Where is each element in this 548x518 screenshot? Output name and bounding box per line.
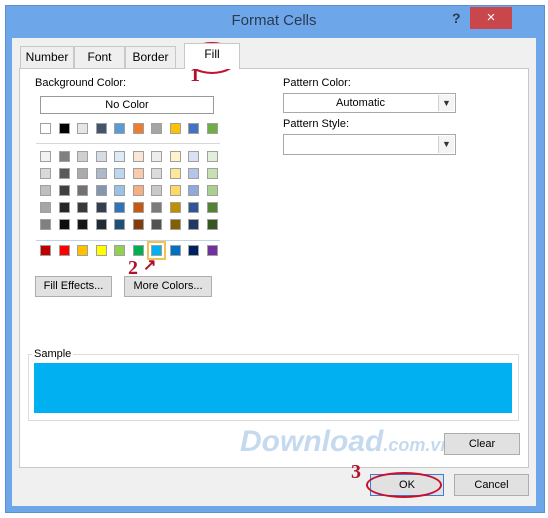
clear-button[interactable]: Clear (444, 433, 520, 455)
divider (36, 240, 220, 241)
pattern-style-label: Pattern Style: (283, 118, 350, 130)
color-swatch[interactable] (169, 185, 181, 196)
color-swatch[interactable] (169, 123, 181, 134)
color-swatch[interactable] (40, 123, 51, 134)
color-swatch[interactable] (58, 185, 70, 196)
color-swatch[interactable] (95, 151, 107, 162)
color-swatch[interactable] (151, 151, 162, 162)
color-swatch[interactable] (151, 202, 162, 213)
color-swatch[interactable] (206, 202, 218, 213)
color-swatch[interactable] (169, 219, 181, 230)
color-swatch[interactable] (114, 185, 125, 196)
color-swatch[interactable] (40, 168, 51, 179)
color-swatch[interactable] (188, 219, 199, 230)
color-swatch[interactable] (40, 151, 51, 162)
dialog-title: Format Cells (231, 12, 317, 29)
sample-label: Sample (32, 348, 74, 360)
color-swatch[interactable] (206, 219, 218, 230)
color-swatch[interactable] (58, 168, 70, 179)
close-button[interactable]: × (470, 7, 512, 29)
color-swatch[interactable] (151, 123, 162, 134)
color-swatch[interactable] (95, 202, 107, 213)
color-swatch[interactable] (151, 219, 162, 230)
color-swatch[interactable] (188, 123, 199, 134)
color-swatch[interactable] (95, 219, 107, 230)
fill-effects-button[interactable]: Fill Effects... (35, 276, 112, 297)
color-swatch[interactable] (58, 245, 70, 256)
color-swatch[interactable] (114, 151, 125, 162)
color-swatch[interactable] (188, 245, 199, 256)
color-swatch[interactable] (40, 245, 51, 256)
color-swatch[interactable] (188, 151, 199, 162)
color-swatch[interactable] (58, 123, 70, 134)
color-swatch[interactable] (151, 185, 162, 196)
color-swatch[interactable] (114, 168, 125, 179)
color-swatch[interactable] (77, 185, 88, 196)
color-swatch[interactable] (58, 151, 70, 162)
color-swatch[interactable] (77, 168, 88, 179)
color-swatch[interactable] (77, 151, 88, 162)
color-swatch[interactable] (206, 245, 218, 256)
color-swatch[interactable] (114, 202, 125, 213)
color-swatch[interactable] (206, 123, 218, 134)
tab-border[interactable]: Border (125, 46, 176, 68)
color-swatch[interactable] (132, 219, 144, 230)
color-swatch[interactable] (77, 219, 88, 230)
color-swatch[interactable] (77, 202, 88, 213)
color-swatch[interactable] (169, 202, 181, 213)
color-swatch[interactable] (132, 185, 144, 196)
annotation-step-3: 3 (351, 461, 361, 483)
color-swatch[interactable] (132, 151, 144, 162)
pattern-color-value: Automatic (336, 97, 385, 109)
sample-preview (34, 363, 512, 413)
help-button[interactable]: ? (452, 10, 461, 26)
color-swatch[interactable] (77, 123, 88, 134)
color-swatch[interactable] (95, 185, 107, 196)
color-swatch[interactable] (188, 202, 199, 213)
color-swatch[interactable] (169, 168, 181, 179)
color-swatch[interactable] (95, 123, 107, 134)
color-swatch[interactable] (169, 245, 181, 256)
annotation-step-2: 2 (128, 257, 138, 279)
background-color-label: Background Color: (35, 77, 127, 89)
annotation-circle-ok (366, 472, 442, 498)
no-color-button[interactable]: No Color (40, 96, 214, 114)
pattern-style-select[interactable]: ▼ (283, 134, 456, 155)
tab-font[interactable]: Font (74, 46, 125, 68)
color-swatch[interactable] (40, 219, 51, 230)
color-swatch[interactable] (132, 202, 144, 213)
color-swatch[interactable] (40, 185, 51, 196)
color-swatch[interactable] (114, 245, 125, 256)
color-swatch[interactable] (58, 202, 70, 213)
color-swatch[interactable] (132, 168, 144, 179)
cancel-button[interactable]: Cancel (454, 474, 529, 496)
annotation-arrow-icon: ↗ (143, 257, 157, 274)
color-swatch[interactable] (151, 168, 162, 179)
color-swatch[interactable] (169, 151, 181, 162)
color-swatch[interactable] (114, 123, 125, 134)
color-swatch[interactable] (58, 219, 70, 230)
color-swatch[interactable] (206, 185, 218, 196)
color-swatch[interactable] (188, 185, 199, 196)
color-swatch[interactable] (206, 168, 218, 179)
color-swatch[interactable] (95, 245, 107, 256)
color-swatch[interactable] (95, 168, 107, 179)
chevron-down-icon: ▼ (438, 95, 454, 111)
tab-fill[interactable]: Fill (184, 43, 240, 69)
color-swatch[interactable] (132, 245, 144, 256)
color-swatch[interactable] (206, 151, 218, 162)
pattern-color-label: Pattern Color: (283, 77, 351, 89)
pattern-color-select[interactable]: Automatic ▼ (283, 93, 456, 113)
color-swatch[interactable] (114, 219, 125, 230)
chevron-down-icon: ▼ (438, 136, 454, 153)
color-swatch[interactable] (40, 202, 51, 213)
divider (36, 143, 220, 144)
color-swatch[interactable] (77, 245, 88, 256)
tab-number[interactable]: Number (20, 46, 74, 68)
color-swatch[interactable] (188, 168, 199, 179)
watermark-logo: Download.com.vn (240, 425, 452, 458)
color-swatch[interactable] (132, 123, 144, 134)
